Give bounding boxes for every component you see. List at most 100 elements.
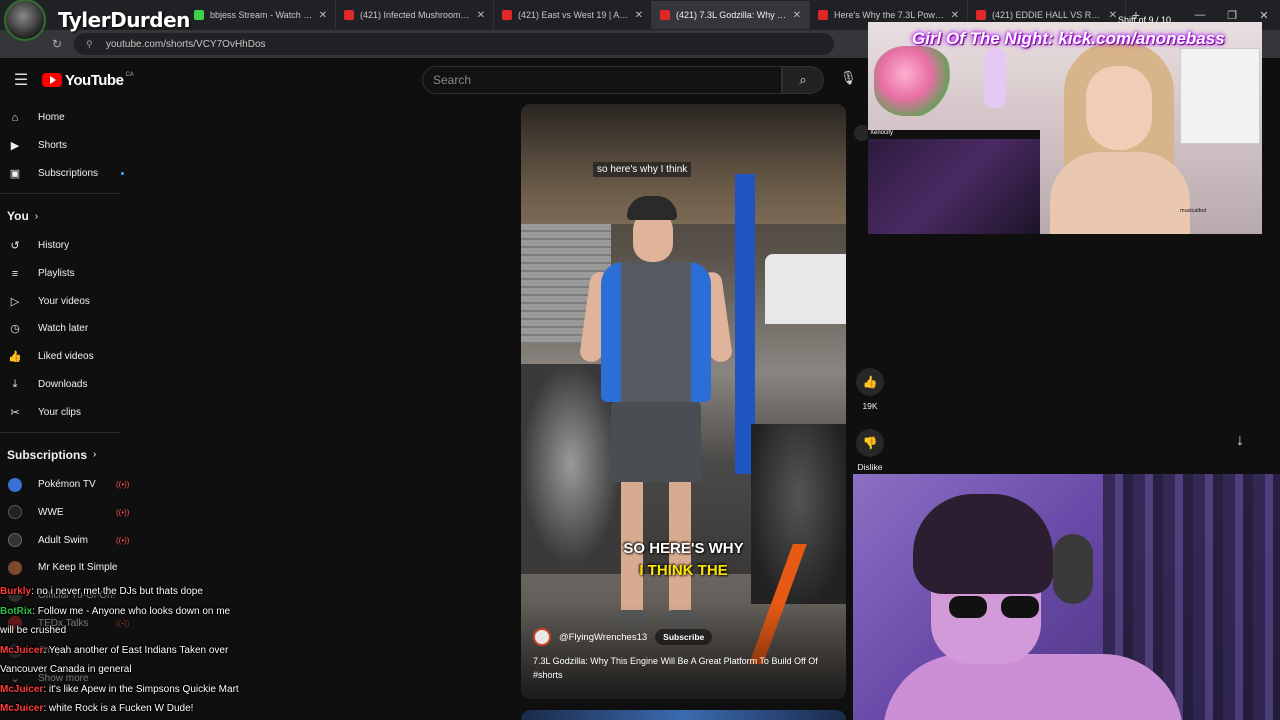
webcam-subject bbox=[1086, 66, 1152, 150]
dislike-label: Dislike bbox=[857, 462, 883, 472]
dislike-action: 👎 Dislike bbox=[856, 429, 884, 472]
tab-label: (421) East vs West 19 | Alex Ku bbox=[518, 10, 629, 20]
channel-avatar[interactable] bbox=[533, 628, 551, 646]
subscriptions-icon: ▣ bbox=[9, 167, 21, 180]
chat-text: : no i never met the DJs but thats dope bbox=[31, 586, 203, 597]
sidebar-item-label: Watch later bbox=[38, 323, 89, 335]
playlists-icon: ≡ bbox=[11, 267, 19, 280]
tab-label: bbjess Stream - Watch Live on K bbox=[210, 10, 313, 20]
sidebar-item-downloads[interactable]: ⤓ Downloads bbox=[0, 371, 145, 399]
channel-name: WWE bbox=[38, 506, 64, 518]
like-button[interactable]: 👍 bbox=[856, 368, 884, 396]
sidebar-section-you[interactable]: You › bbox=[0, 200, 145, 232]
browser-tab[interactable]: bbjess Stream - Watch Live on K ✕ bbox=[186, 1, 336, 29]
sidebar-section-subscriptions[interactable]: Subscriptions › bbox=[0, 439, 145, 471]
webcam-subject bbox=[883, 654, 1183, 720]
close-tab-icon[interactable]: ✕ bbox=[477, 10, 485, 21]
youtube-icon bbox=[502, 10, 512, 20]
webcam-overlay-bottom bbox=[853, 474, 1280, 720]
sidebar-channel-adult-swim[interactable]: Adult Swim ((•)) bbox=[0, 526, 145, 554]
channel-avatar bbox=[8, 560, 22, 575]
close-tab-icon[interactable]: ✕ bbox=[319, 10, 327, 21]
search-input[interactable]: Search bbox=[422, 66, 782, 94]
close-tab-icon[interactable]: ✕ bbox=[793, 10, 801, 21]
video-background bbox=[765, 254, 846, 324]
sidebar-item-playlists[interactable]: ≡ Playlists bbox=[0, 260, 145, 288]
youtube-play-icon bbox=[42, 73, 62, 87]
sidebar-item-your-videos[interactable]: ▷ Your videos bbox=[0, 287, 145, 315]
close-tab-icon[interactable]: ✕ bbox=[951, 10, 959, 21]
sidebar-item-label: Your videos bbox=[38, 295, 90, 307]
close-tab-icon[interactable]: ✕ bbox=[635, 10, 643, 21]
search-icon: ⌕ bbox=[799, 72, 807, 87]
close-tab-icon[interactable]: ✕ bbox=[1109, 10, 1117, 21]
like-count: 19K bbox=[862, 401, 878, 411]
history-icon: ↺ bbox=[10, 240, 20, 253]
chat-message: McJuicer: white Rock is a Fucken W Dude! bbox=[0, 699, 240, 719]
browser-tab[interactable]: (421) East vs West 19 | Alex Ku ✕ bbox=[494, 1, 652, 29]
chat-text: : white Rock is a Fucken W Dude! bbox=[43, 703, 194, 714]
lens bbox=[949, 596, 987, 618]
short-video-player[interactable]: so here's why I think SO HERE'S WHY I TH… bbox=[521, 104, 846, 699]
streamer-avatar bbox=[4, 0, 46, 41]
thumbs-up-icon: 👍 bbox=[8, 351, 22, 364]
search-button[interactable]: ⌕ bbox=[782, 66, 824, 94]
channel-avatar bbox=[8, 533, 22, 548]
sidebar-item-history[interactable]: ↺ History bbox=[0, 232, 145, 260]
sidebar-item-liked-videos[interactable]: 👍 Liked videos bbox=[0, 343, 145, 371]
game-capture bbox=[868, 130, 1040, 234]
sidebar-item-watch-later[interactable]: ◷ Watch later bbox=[0, 315, 145, 343]
chat-text: : Follow me - Anyone who looks down on m… bbox=[32, 605, 231, 617]
sidebar-item-label: Playlists bbox=[38, 268, 75, 280]
tab-label: (421) 7.3L Godzilla: Why This E bbox=[676, 10, 787, 20]
sidebar-item-label: Shorts bbox=[38, 140, 67, 152]
video-overlay-gradient bbox=[521, 604, 846, 699]
webcam-subject bbox=[1050, 152, 1190, 234]
channel-avatar bbox=[8, 477, 22, 492]
video-title[interactable]: 7.3L Godzilla: Why This Engine Will Be A… bbox=[533, 654, 833, 682]
stream-chat-overlay: Burkly: no i never met the DJs but thats… bbox=[0, 582, 240, 719]
live-indicator-icon: ((•)) bbox=[116, 480, 130, 490]
sidebar-channel-pokemon-tv[interactable]: Pokémon TV ((•)) bbox=[0, 471, 145, 499]
subject-part bbox=[611, 402, 701, 482]
thumbs-down-icon: 👎 bbox=[862, 436, 878, 450]
sidebar-item-home[interactable]: ⌂ Home bbox=[0, 104, 145, 132]
next-video-arrow-icon[interactable]: ↓ bbox=[1236, 432, 1244, 450]
dislike-button[interactable]: 👎 bbox=[856, 429, 884, 457]
sidebar-channel-mr-keep-it-simple[interactable]: Mr Keep It Simple bbox=[0, 554, 145, 582]
screen: bbjess Stream - Watch Live on K ✕ (421) … bbox=[0, 0, 1280, 720]
youtube-icon bbox=[818, 10, 828, 20]
home-icon: ⌂ bbox=[11, 111, 19, 124]
chat-text: Vancouver Canada in general bbox=[0, 664, 132, 675]
subscribe-button[interactable]: Subscribe bbox=[655, 629, 713, 645]
close-window-icon[interactable]: ✕ bbox=[1248, 9, 1280, 22]
video-caption-line2: I THINK THE bbox=[639, 562, 728, 579]
minimize-icon[interactable]: — bbox=[1184, 9, 1216, 21]
youtube-logo[interactable]: YouTube CA bbox=[42, 72, 134, 89]
browser-tab-active[interactable]: (421) 7.3L Godzilla: Why This E ✕ bbox=[652, 1, 810, 29]
site-info-icon[interactable]: ⚲ bbox=[86, 39, 98, 50]
restore-icon[interactable]: ❐ bbox=[1216, 9, 1248, 22]
menu-icon[interactable]: ☰ bbox=[6, 70, 36, 90]
live-indicator-icon: ((•)) bbox=[116, 507, 130, 517]
clock-icon: ◷ bbox=[10, 323, 20, 336]
sidebar-item-shorts[interactable]: ▶ Shorts bbox=[0, 132, 145, 160]
sidebar-channel-wwe[interactable]: WWE ((•)) bbox=[0, 499, 145, 527]
lens bbox=[1001, 596, 1039, 618]
sidebar-item-subscriptions[interactable]: ▣ Subscriptions bbox=[0, 159, 145, 187]
chat-username: BotRix bbox=[0, 605, 33, 617]
sidebar-item-label: Subscriptions bbox=[38, 167, 99, 179]
tab-label: Here's Why the 7.3L Powerstro bbox=[834, 10, 945, 20]
streamer-name: TylerDurden bbox=[58, 8, 190, 32]
next-short-preview[interactable] bbox=[521, 710, 846, 720]
webcam-flowers bbox=[874, 46, 952, 116]
youtube-wordmark: YouTube bbox=[65, 71, 124, 89]
channel-handle[interactable]: @FlyingWrenches13 bbox=[559, 632, 647, 643]
chat-text: : it's like Apew in the Simpsons Quickie… bbox=[43, 683, 239, 695]
browser-tab[interactable]: (421) Infected Mushroom - Cor ✕ bbox=[336, 1, 494, 29]
microphone-icon[interactable]: 🎙 bbox=[840, 70, 857, 86]
shift-counter: Shift of 9 / 10 bbox=[1118, 15, 1172, 25]
sidebar-item-your-clips[interactable]: ✂ Your clips bbox=[0, 398, 145, 426]
chat-message: BotRix: Follow me - Anyone who looks dow… bbox=[0, 602, 240, 622]
youtube-icon bbox=[344, 10, 354, 20]
